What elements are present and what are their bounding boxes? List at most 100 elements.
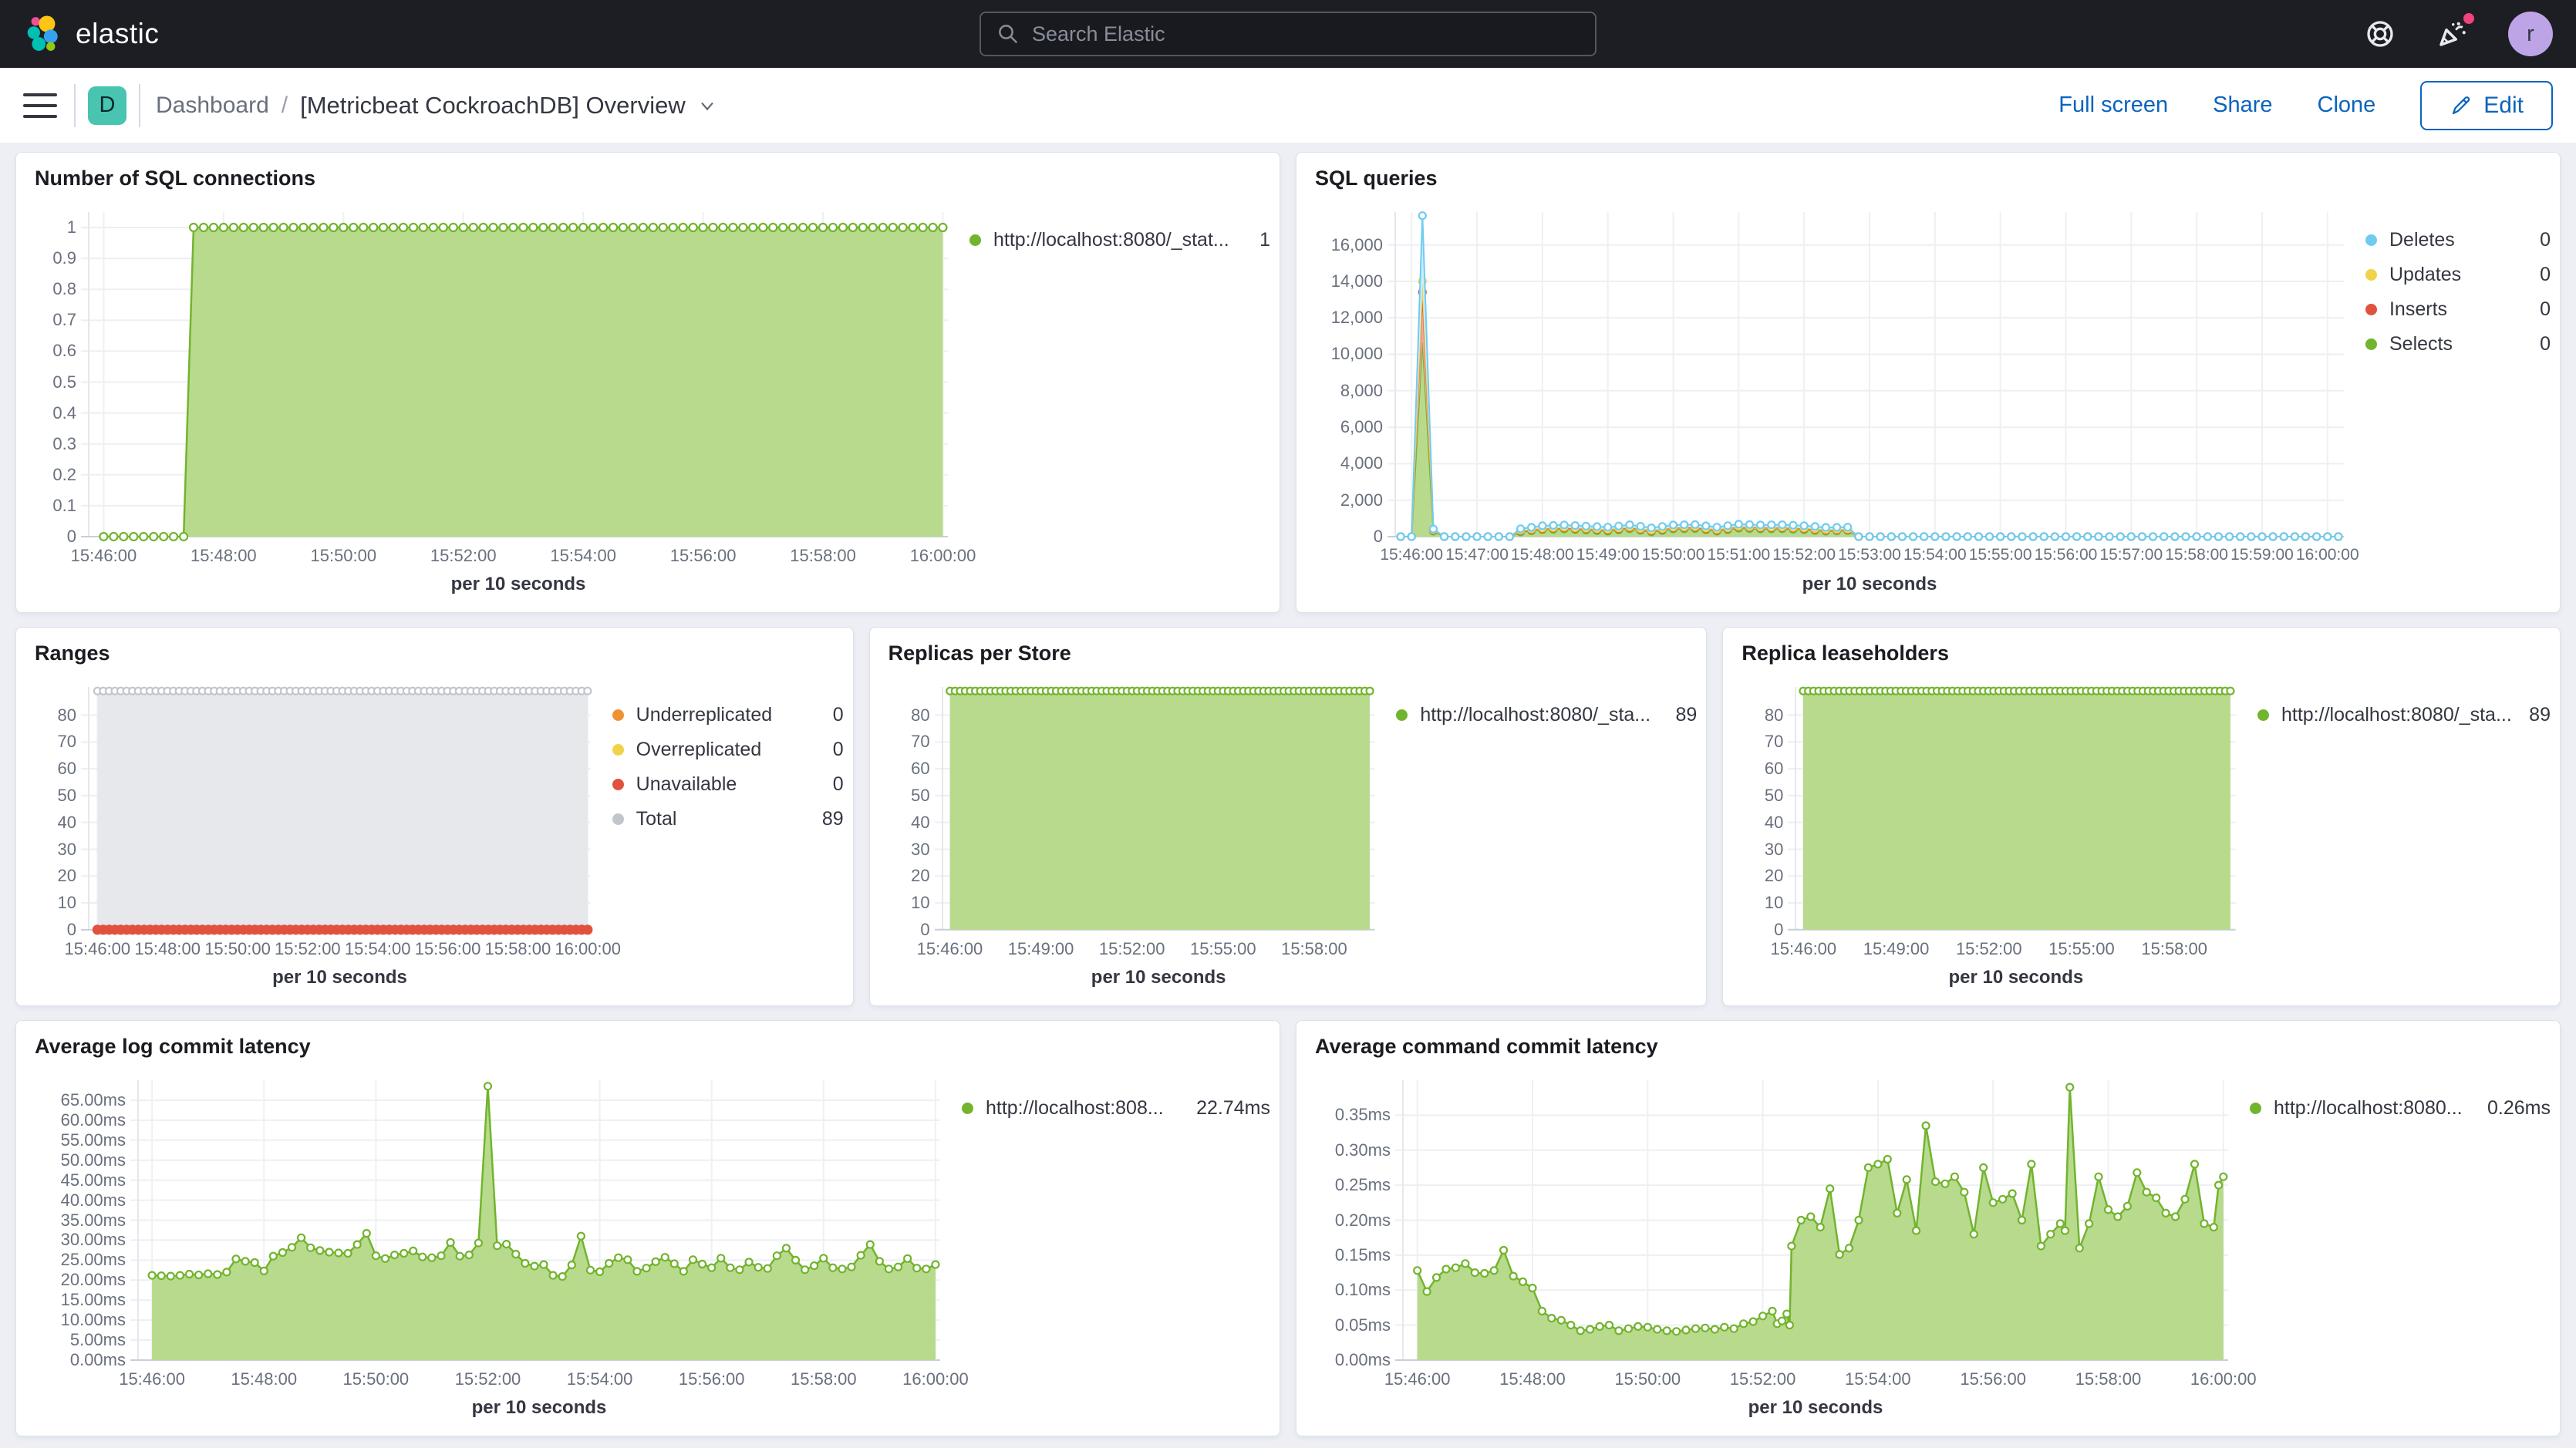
chart-body: 16,00014,00012,00010,0008,0006,0004,0002… (1296, 190, 2560, 612)
panel-number-of-sql-connections: Number of SQL connections 10.90.80.70.60… (15, 152, 1280, 613)
menu-button[interactable] (23, 93, 57, 118)
legend-item[interactable]: Selects0 (2365, 333, 2551, 355)
y-tick-label: 20 (1765, 866, 1783, 886)
legend-item[interactable]: Unavailable0 (612, 773, 844, 796)
avatar[interactable]: r (2508, 12, 2553, 56)
x-axis-label: per 10 seconds (1403, 1397, 2228, 1428)
y-tick-label: 0.30ms (1335, 1140, 1391, 1160)
y-tick-label: 10.00ms (61, 1310, 126, 1330)
legend-value: 0 (2540, 264, 2551, 286)
legend-item[interactable]: Underreplicated0 (612, 704, 844, 726)
chart-main: 16,00014,00012,00010,0008,0006,0004,0002… (1303, 212, 2358, 604)
chart-legend: http://localhost:8080/_stat...1 (962, 190, 1270, 604)
x-tick-label: 16:00:00 (2166, 1369, 2281, 1389)
app-badge-initial: D (99, 93, 116, 118)
global-search[interactable] (979, 12, 1597, 56)
x-axis: 15:46:0015:48:0015:50:0015:52:0015:54:00… (22, 537, 962, 574)
legend-swatch (612, 744, 624, 756)
dashboard-toolbar: D Dashboard / [Metricbeat CockroachDB] O… (0, 68, 2576, 143)
y-tick-label: 50.00ms (61, 1150, 126, 1170)
legend-label: http://localhost:8080/_sta... (1420, 704, 1660, 726)
y-tick-label: 80 (911, 705, 929, 726)
y-tick-label: 0.2 (52, 465, 76, 485)
legend-label: Underreplicated (636, 704, 818, 726)
chart-plot[interactable] (1403, 1080, 2228, 1360)
help-icon[interactable] (2365, 19, 2396, 49)
legend-value: 0.26ms (2487, 1097, 2551, 1120)
full-screen-button[interactable]: Full screen (2058, 93, 2168, 118)
y-tick-label: 0.4 (52, 403, 76, 423)
legend-swatch (612, 779, 624, 790)
chart-plot[interactable] (138, 1080, 940, 1360)
y-tick-label: 55.00ms (61, 1130, 126, 1150)
y-tick-label: 16,000 (1331, 235, 1383, 255)
chart-plot[interactable] (1395, 212, 2344, 537)
chart-svg (138, 1080, 940, 1360)
legend-label: http://localhost:8080... (2274, 1097, 2472, 1120)
y-tick-label: 0.25ms (1335, 1175, 1391, 1195)
panel-average-command-commit-latency: Average command commit latency 0.35ms0.3… (1296, 1020, 2561, 1436)
chart-body: 8070605040302010015:46:0015:49:0015:52:0… (870, 665, 1707, 1005)
legend-label: http://localhost:8080/_sta... (2281, 704, 2514, 726)
legend-item[interactable]: http://localhost:8080/_stat...1 (969, 229, 1270, 251)
share-button[interactable]: Share (2213, 93, 2272, 118)
x-tick-label: 15:52:00 (430, 1369, 545, 1389)
legend-item[interactable]: http://localhost:808... 22.74ms (962, 1097, 1270, 1120)
legend-swatch (2365, 304, 2377, 315)
x-tick-label: 15:46:00 (46, 546, 161, 566)
legend-label: Inserts (2389, 298, 2524, 321)
chart-body: 0.35ms0.30ms0.25ms0.20ms0.15ms0.10ms0.05… (1296, 1059, 2560, 1436)
chevron-down-icon[interactable] (696, 95, 718, 116)
x-tick-label: 16:00:00 (2270, 546, 2385, 564)
toolbar-actions: Full screen Share Clone Edit (2058, 81, 2553, 130)
legend-item[interactable]: Total89 (612, 808, 844, 830)
x-axis-label: per 10 seconds (1395, 574, 2344, 604)
breadcrumb-separator: / (282, 93, 288, 119)
legend-item[interactable]: Updates0 (2365, 264, 2551, 286)
elastic-logo-icon[interactable] (23, 14, 63, 54)
y-tick-label: 20 (911, 866, 929, 886)
chart-plot[interactable] (89, 687, 591, 930)
y-tick-label: 0.6 (52, 341, 76, 361)
legend-item[interactable]: http://localhost:8080/_sta...89 (1396, 704, 1697, 726)
legend-label: http://localhost:808... (986, 1097, 1181, 1120)
chart-main: 8070605040302010015:46:0015:49:0015:52:0… (876, 687, 1389, 998)
legend-label: Overreplicated (636, 739, 818, 761)
dashboard-app-badge[interactable]: D (88, 86, 126, 125)
x-tick-label: 15:46:00 (1360, 1369, 1475, 1389)
whats-new-icon[interactable] (2436, 18, 2468, 50)
legend-item[interactable]: Deletes0 (2365, 229, 2551, 251)
breadcrumb-dashboard[interactable]: Dashboard (156, 93, 269, 119)
y-axis: 80706050403020100 (1729, 687, 1795, 930)
legend-value: 22.74ms (1196, 1097, 1270, 1120)
legend-item[interactable]: http://localhost:8080/_sta...89 (2257, 704, 2551, 726)
search-input[interactable] (1032, 22, 1580, 46)
x-axis-label: per 10 seconds (89, 574, 948, 604)
y-tick-label: 20 (58, 866, 76, 886)
legend-item[interactable]: http://localhost:8080... 0.26ms (2250, 1097, 2551, 1120)
x-tick-label: 16:00:00 (530, 939, 646, 959)
panel-sql-queries: SQL queries 16,00014,00012,00010,0008,00… (1296, 152, 2561, 613)
x-axis-label: per 10 seconds (1795, 967, 2236, 998)
y-tick-label: 40 (58, 813, 76, 833)
x-axis: 15:46:0015:49:0015:52:0015:55:0015:58:00 (1729, 930, 2250, 967)
legend-item[interactable]: Overreplicated0 (612, 739, 844, 761)
edit-button[interactable]: Edit (2420, 81, 2553, 130)
chart-plot[interactable] (942, 687, 1375, 930)
legend-item[interactable]: Inserts0 (2365, 298, 2551, 321)
chart-plot[interactable] (89, 212, 948, 537)
y-tick-label: 60.00ms (61, 1110, 126, 1130)
panel-average-log-commit-latency: Average log commit latency 65.00ms60.00m… (15, 1020, 1280, 1436)
clone-button[interactable]: Clone (2318, 93, 2376, 118)
y-axis: 80706050403020100 (22, 687, 89, 930)
legend-swatch (2365, 234, 2377, 246)
x-tick-label: 15:58:00 (766, 1369, 882, 1389)
x-tick-label: 15:50:00 (318, 1369, 433, 1389)
chart-main: 8070605040302010015:46:0015:49:0015:52:0… (1729, 687, 2250, 998)
x-axis-label: per 10 seconds (89, 967, 591, 998)
x-tick-label: 15:46:00 (94, 1369, 210, 1389)
y-tick-label: 50 (911, 786, 929, 806)
chart-plot[interactable] (1795, 687, 2236, 930)
y-axis: 65.00ms60.00ms55.00ms50.00ms45.00ms40.00… (22, 1080, 138, 1360)
panel-title: Replicas per Store (870, 628, 1707, 665)
